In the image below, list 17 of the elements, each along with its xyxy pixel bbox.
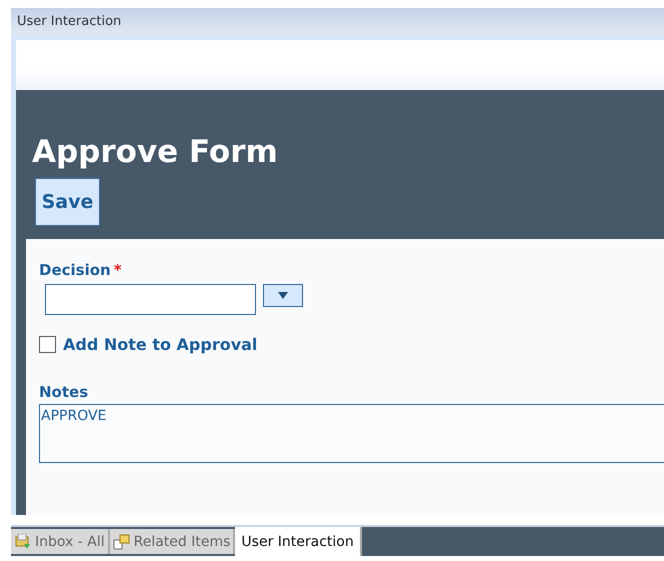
tab[interactable]: Inbox - All	[11, 529, 110, 554]
tab[interactable]: User Interaction	[235, 527, 362, 556]
caret-icon	[278, 292, 288, 299]
tab[interactable]: Related Items	[110, 529, 236, 554]
decision-label: Decision	[39, 261, 111, 279]
window-title: User Interaction	[17, 14, 122, 29]
required-mark: *	[114, 261, 122, 279]
checkbox[interactable]	[39, 336, 56, 353]
dropdown-button[interactable]	[263, 284, 303, 307]
form-title: Approve Form	[31, 133, 279, 172]
checkbox-label: Add Note to Approval	[63, 335, 258, 354]
notes-label: Notes	[39, 383, 90, 401]
decision-field[interactable]	[45, 284, 256, 315]
inbox-icon	[14, 534, 32, 550]
save-button[interactable]: Save	[35, 178, 100, 226]
notes-field[interactable]: APPROVE	[39, 404, 664, 463]
related-items-icon	[112, 534, 131, 550]
